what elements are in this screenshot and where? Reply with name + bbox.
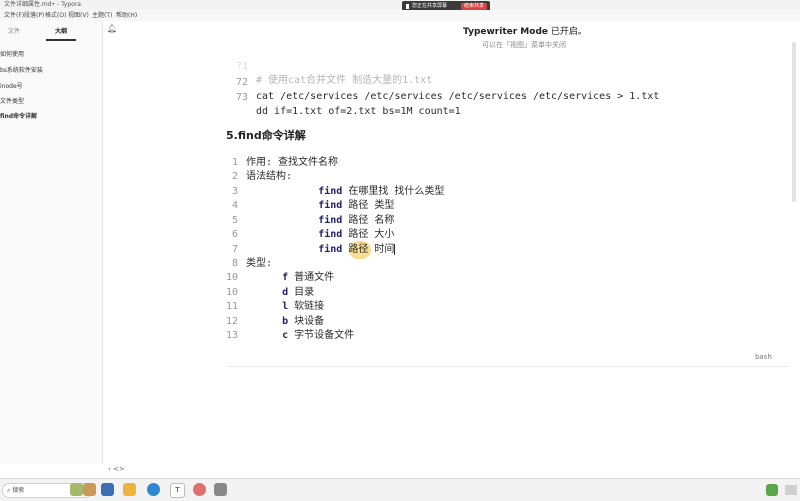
edge-browser-icon[interactable] — [147, 483, 160, 496]
text-cursor — [394, 243, 396, 255]
code-keyword: find — [318, 229, 343, 240]
code-text: 目录 — [288, 287, 315, 298]
typewriter-notice-title: Typewriter Mode 已开启。 — [463, 24, 587, 37]
menu-format[interactable]: 格式(O) — [45, 10, 66, 21]
widget-icon[interactable] — [70, 483, 83, 496]
title-bar: 文件详细属性.md• - Typora — [0, 0, 800, 10]
code-keyword: find — [318, 244, 343, 255]
line-number: 11 — [225, 301, 238, 312]
code-text: 块设备 — [288, 316, 325, 327]
outline-item[interactable]: 文件类型 — [0, 96, 24, 105]
line-number: 6 — [231, 229, 238, 240]
code-line: 72 cat /etc/services /etc/services /etc/… — [226, 62, 659, 102]
outline-item-active[interactable]: find命令详解 — [0, 111, 37, 120]
code-keyword: find — [318, 215, 343, 226]
menu-theme[interactable]: 主题(T) — [92, 10, 112, 21]
notice-title-rest: 已开启。 — [548, 27, 587, 37]
code-text: # 使用cat合并文件 制造大量的1.txt — [256, 75, 433, 86]
code-text: 路径 类型 — [342, 200, 395, 211]
code-text: 在哪里找 找什么类型 — [342, 186, 445, 197]
code-text: 路径 名称 — [342, 215, 395, 226]
sidebar-toggle[interactable]: ‹ <> — [108, 465, 125, 473]
widget-icon[interactable] — [83, 483, 96, 496]
code-text: 字节设备文件 — [288, 330, 355, 341]
code-line: 71 # 使用cat合并文件 制造大量的1.txt — [226, 46, 432, 86]
code-keyword: find — [318, 186, 343, 197]
code-block-divider — [226, 366, 790, 367]
tray-icon[interactable] — [785, 485, 797, 495]
vertical-scrollbar[interactable] — [790, 22, 798, 462]
code-keyword: find — [318, 200, 343, 211]
code-text: 路径 大小 — [342, 229, 395, 240]
share-icon — [406, 4, 409, 9]
code-language-label[interactable]: bash — [755, 353, 772, 361]
app-icon[interactable] — [214, 483, 227, 496]
line-number: 73 — [235, 92, 248, 103]
menu-paragraph[interactable]: 段落(P) — [24, 10, 44, 21]
code-text: 作用: 查找文件名称 — [246, 157, 339, 168]
code-text: 软链接 — [288, 301, 325, 312]
line-number: 2 — [231, 171, 238, 182]
tab-files[interactable]: 文件 — [4, 25, 24, 39]
line-number: 12 — [225, 316, 238, 327]
tab-outline[interactable]: 大纲 — [46, 25, 76, 41]
line-number: 7 — [231, 244, 238, 255]
menu-view[interactable]: 视图(V) — [68, 10, 89, 21]
code-block-find[interactable]: 1 作用: 查找文件名称 2 语法结构: 3 find 在哪里找 找什么类型 4 f… — [216, 156, 786, 356]
search-icon: ⌕ — [7, 487, 11, 494]
outline-item[interactable]: inode号 — [0, 81, 23, 90]
code-block-top[interactable]: 71 # 使用cat合并文件 制造大量的1.txt 72 cat /etc/se… — [226, 46, 786, 117]
outline-item[interactable]: 如何使用 — [0, 49, 24, 58]
scrollbar-thumb[interactable] — [792, 42, 796, 202]
section-heading: 5.find命令详解 — [226, 129, 306, 142]
line-number: 10 — [225, 272, 238, 283]
code-text: 类型: — [246, 258, 273, 269]
line-number: 8 — [231, 258, 238, 269]
window-title: 文件详细属性.md• - Typora — [4, 1, 81, 8]
file-explorer-icon[interactable] — [123, 483, 136, 496]
outline-item[interactable]: bs系统软件安装 — [0, 65, 43, 74]
code-text: cat /etc/services /etc/services /etc/ser… — [256, 91, 660, 102]
line-number: 13 — [225, 330, 238, 341]
line-number: 10 — [225, 287, 238, 298]
sidebar: 文件 大纲 如何使用 bs系统软件安装 inode号 文件类型 find命令详解 — [0, 21, 103, 464]
stop-share-button[interactable]: 结束共享 — [460, 3, 487, 10]
menu-bar: 文件(F) 段落(P) 格式(O) 视图(V) 主题(T) 帮助(H) — [0, 10, 800, 21]
code-text: 路径 时间 — [342, 244, 395, 255]
line-number: 4 — [231, 200, 238, 211]
code-line: 73 dd if=1.txt of=2.txt bs=1M count=1 — [226, 77, 461, 117]
taskbar: ⌕ 搜索 T — [0, 478, 800, 501]
menu-file[interactable]: 文件(F) — [4, 10, 24, 21]
bell-icon[interactable]: 🔔︎ — [107, 24, 117, 33]
task-view-icon[interactable] — [101, 483, 114, 496]
line-number: 1 — [231, 157, 238, 168]
menu-help[interactable]: 帮助(H) — [116, 10, 137, 21]
line-number: 5 — [231, 215, 238, 226]
line-number: 3 — [231, 186, 238, 197]
app-icon[interactable] — [193, 483, 206, 496]
code-text: 语法结构: — [246, 171, 293, 182]
code-text: 普通文件 — [288, 272, 335, 283]
tray-app-icon[interactable] — [766, 484, 778, 496]
taskbar-search-label: 搜索 — [12, 487, 25, 494]
code-text: dd if=1.txt of=2.txt bs=1M count=1 — [256, 106, 461, 117]
sidebar-tabs: 文件 大纲 — [0, 25, 102, 41]
typora-app-icon[interactable]: T — [170, 483, 185, 498]
notice-mode-name: Typewriter Mode — [463, 27, 548, 37]
